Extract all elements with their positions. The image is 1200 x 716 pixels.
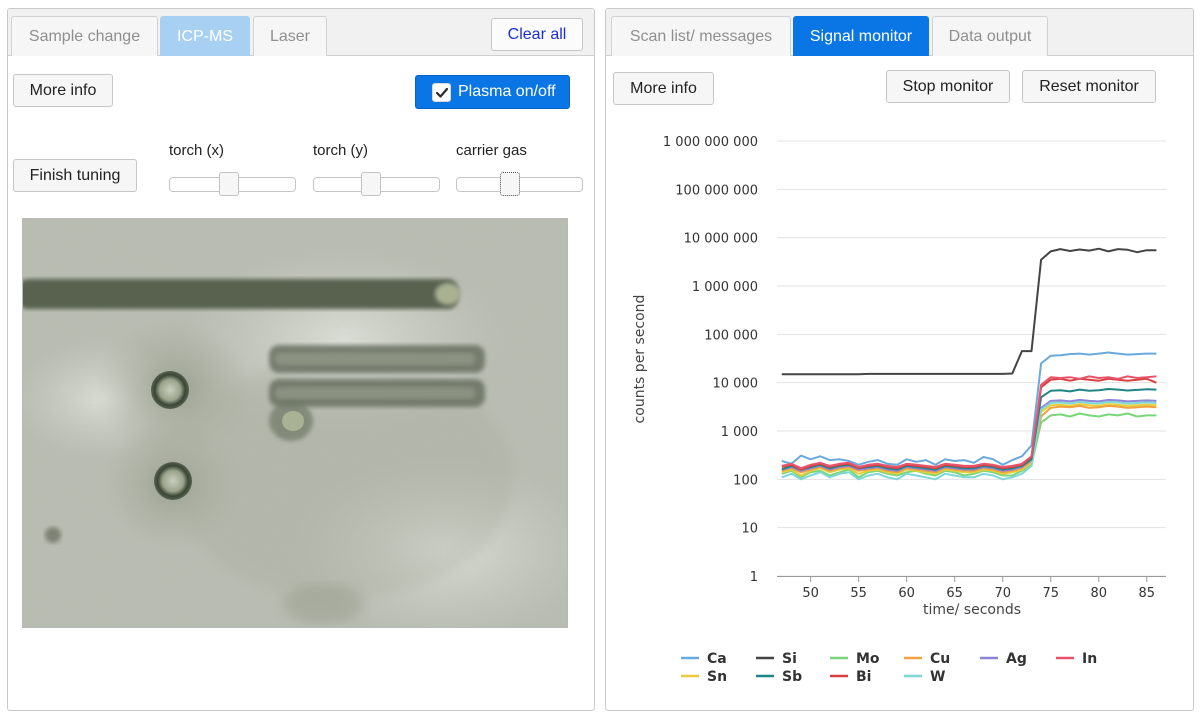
tab-data-output[interactable]: Data output: [932, 16, 1048, 56]
legend-item-sn[interactable]: Sn: [681, 669, 727, 685]
legend-item-bi[interactable]: Bi: [830, 669, 871, 685]
carrier-gas-label: carrier gas: [456, 142, 527, 159]
y-tick-label: 1 000: [721, 425, 758, 440]
legend-item-cu[interactable]: Cu: [904, 651, 950, 667]
legend-label: In: [1082, 651, 1097, 667]
torch-y-label: torch (y): [313, 142, 369, 159]
x-tick-label: 60: [898, 586, 915, 601]
y-tick-label: 10 000 000: [684, 232, 758, 247]
y-tick-label: 100 000 000: [675, 183, 758, 198]
y-tick-label: 100: [733, 473, 758, 488]
y-tick-label: 1: [750, 570, 758, 585]
chart-y-axis: 1 10 100 1 000 10 000 100 000 1 000 000 10 000 …: [663, 135, 758, 585]
legend-label: Mo: [856, 651, 880, 667]
legend-label: Bi: [856, 669, 871, 685]
x-tick-label: 55: [850, 586, 867, 601]
legend-label: Si: [782, 651, 797, 667]
clear-all-button[interactable]: Clear all: [491, 18, 583, 51]
torch-x-label: torch (x): [169, 142, 225, 159]
legend-item-mo[interactable]: Mo: [830, 651, 880, 667]
tab-signal-monitor[interactable]: Signal monitor: [793, 16, 929, 56]
x-tick-label: 85: [1139, 586, 1156, 601]
legend-item-in[interactable]: In: [1056, 651, 1097, 667]
torch-x-slider-thumb[interactable]: [219, 172, 239, 196]
legend-item-w[interactable]: W: [904, 669, 945, 685]
x-tick-label: 80: [1090, 586, 1107, 601]
more-info-button[interactable]: More info: [13, 74, 113, 107]
signal-monitor-chart: 1 10 100 1 000 10 000 100 000 1 000 000 10 000 …: [632, 135, 1166, 685]
legend-label: Sn: [707, 669, 727, 685]
legend-label: Ag: [1006, 651, 1027, 667]
icp-ms-control-panel: Sample change ICP-MS Laser Clear all Mor…: [7, 8, 595, 711]
legend-label: Cu: [930, 651, 950, 667]
legend-item-si[interactable]: Si: [756, 651, 797, 667]
torch-y-slider[interactable]: [313, 172, 440, 196]
sample-surface-image: [23, 219, 567, 627]
series-line-bi: [781, 377, 1157, 471]
y-tick-label: 10: [741, 522, 758, 537]
y-tick-label: 100 000: [704, 328, 758, 343]
legend-label: Sb: [782, 669, 802, 685]
x-tick-label: 50: [802, 586, 819, 601]
x-axis-label: time/ seconds: [923, 602, 1021, 618]
right-tab-bar: Scan list/ messages Signal monitor Data …: [606, 9, 1193, 56]
legend-item-ag[interactable]: Ag: [980, 651, 1027, 667]
left-tab-bar: Sample change ICP-MS Laser Clear all: [8, 9, 594, 56]
series-line-ca: [781, 351, 1157, 466]
sample-camera-view[interactable]: [22, 218, 568, 628]
x-tick-label: 75: [1042, 586, 1059, 601]
tab-scan-list-messages[interactable]: Scan list/ messages: [611, 16, 791, 56]
y-axis-label: counts per second: [632, 295, 648, 424]
carrier-gas-slider[interactable]: [456, 172, 583, 196]
tab-icp-ms[interactable]: ICP-MS: [160, 16, 250, 56]
checkmark-icon: [435, 87, 449, 98]
y-tick-label: 1 000 000 000: [663, 135, 758, 150]
legend-label: W: [930, 669, 945, 685]
legend-label: Ca: [707, 651, 727, 667]
y-tick-label: 1 000 000: [692, 280, 758, 295]
x-tick-label: 70: [994, 586, 1011, 601]
chart-series: [781, 247, 1157, 481]
plasma-toggle-label: Plasma on/off: [458, 83, 556, 100]
torch-y-slider-thumb[interactable]: [361, 172, 381, 196]
tab-laser[interactable]: Laser: [253, 16, 327, 56]
chart-legend: Ca Si Mo Cu Ag In Sn Sb Bi W: [681, 651, 1097, 685]
legend-item-sb[interactable]: Sb: [756, 669, 802, 685]
tab-sample-change[interactable]: Sample change: [11, 16, 158, 56]
series-line-si: [781, 247, 1157, 376]
signal-monitor-panel: Scan list/ messages Signal monitor Data …: [605, 8, 1194, 711]
plasma-checkbox[interactable]: [432, 83, 451, 102]
chart-gridlines: [777, 140, 1166, 577]
torch-x-slider[interactable]: [169, 172, 296, 196]
x-tick-label: 65: [946, 586, 963, 601]
plasma-toggle-button[interactable]: Plasma on/off: [415, 75, 570, 109]
carrier-gas-slider-thumb[interactable]: [500, 172, 520, 196]
finish-tuning-button[interactable]: Finish tuning: [13, 159, 137, 192]
legend-item-ca[interactable]: Ca: [681, 651, 727, 667]
chart-x-axis: 50 55 60 65 70 75 80 85: [777, 576, 1166, 601]
y-tick-label: 10 000: [713, 377, 759, 392]
